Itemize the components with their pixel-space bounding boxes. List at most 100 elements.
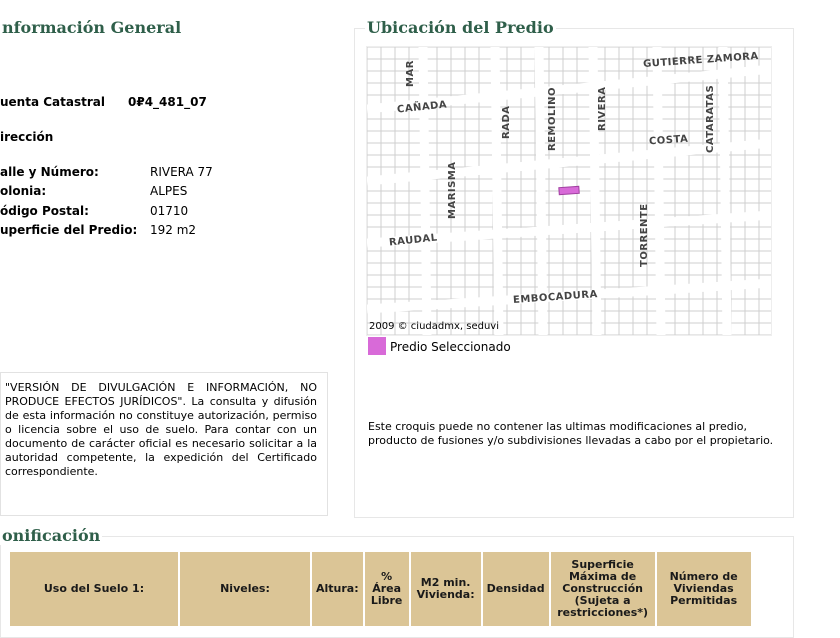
ubicacion-title: Ubicación del Predio — [365, 18, 556, 37]
map-parcel — [674, 262, 690, 276]
map-parcel — [548, 322, 564, 335]
map-parcel — [408, 250, 424, 264]
cp-value: 01710 — [150, 204, 189, 218]
map-parcel — [394, 142, 410, 156]
map-parcel — [464, 82, 480, 96]
header-niveles: Niveles: — [179, 552, 312, 626]
map-parcel — [688, 154, 704, 168]
map-parcel — [450, 142, 466, 156]
zonificacion-title: onificación — [0, 526, 103, 545]
map-parcel — [548, 166, 564, 180]
map-parcel — [576, 250, 592, 264]
street-rivera: RIVERA — [597, 86, 608, 131]
map-parcel — [688, 250, 704, 264]
map-parcel — [506, 250, 522, 264]
street-marisma: MARISMA — [447, 161, 458, 219]
map-parcel — [618, 47, 634, 60]
map-parcel — [520, 238, 536, 252]
map-parcel — [464, 154, 480, 168]
map-parcel — [576, 238, 592, 252]
map-parcel — [450, 250, 466, 264]
map-parcel — [464, 130, 480, 144]
map-parcel — [464, 262, 480, 276]
legend-swatch — [368, 337, 386, 355]
map-parcel — [367, 226, 382, 240]
calle-label: alle y Número: — [0, 165, 99, 179]
map-parcel — [744, 190, 760, 204]
map-parcel — [436, 286, 452, 300]
map-parcel — [758, 310, 771, 324]
map-parcel — [604, 238, 620, 252]
map-parcel — [618, 202, 634, 216]
map-parcel — [688, 190, 704, 204]
map-parcel — [394, 250, 410, 264]
map-parcel — [758, 166, 771, 180]
disclaimer-text: "VERSIÓN DE DIVULGACIÓN E INFORMACIÓN, N… — [0, 372, 328, 516]
map-parcel — [367, 142, 382, 156]
map-parcel — [674, 310, 690, 324]
map-parcel — [604, 310, 620, 324]
map-parcel — [380, 154, 396, 168]
map-parcel — [380, 274, 396, 288]
map-parcel — [436, 47, 452, 60]
header-altura: Altura: — [311, 552, 365, 626]
direccion-label: irección — [0, 130, 54, 144]
map-parcel — [674, 238, 690, 252]
map-parcel — [380, 47, 396, 60]
header-num-viviendas: Número de Viviendas Permitidas — [655, 552, 751, 626]
map-parcel — [702, 310, 718, 324]
map-parcel — [744, 226, 760, 240]
map-parcel — [632, 118, 648, 132]
calle-value: RIVERA 77 — [150, 165, 213, 179]
map-parcel — [562, 262, 578, 276]
map-parcel — [380, 82, 396, 96]
map-parcel — [604, 178, 620, 192]
map-parcel — [464, 274, 480, 288]
map-parcel — [618, 106, 634, 120]
map-parcel — [702, 166, 718, 180]
map-parcel — [730, 226, 746, 240]
map-parcel — [674, 94, 690, 108]
map-parcel — [367, 130, 382, 144]
map-parcel — [478, 106, 494, 120]
map-parcel — [604, 166, 620, 180]
map-parcel — [506, 322, 522, 335]
map-parcel — [450, 82, 466, 96]
map-parcel — [464, 58, 480, 72]
map-parcel — [367, 118, 382, 132]
map-parcel — [394, 262, 410, 276]
map-parcel — [730, 250, 746, 264]
map-parcel — [367, 82, 382, 96]
map-parcel — [674, 166, 690, 180]
location-map[interactable]: MAR CAÑADA RADA REMOLINO RIVERA GUTIERRE… — [366, 46, 772, 336]
map-parcel — [576, 106, 592, 120]
street-torrente: TORRENTE — [639, 203, 650, 267]
map-parcel — [576, 130, 592, 144]
map-parcel — [450, 47, 466, 60]
map-parcel — [478, 274, 494, 288]
map-parcel — [548, 58, 564, 72]
header-superficie-maxima: Superficie Máxima de Construcción (Sujet… — [549, 552, 657, 626]
map-parcel — [576, 142, 592, 156]
map-parcel — [674, 250, 690, 264]
map-parcel — [702, 226, 718, 240]
map-parcel — [394, 214, 410, 228]
map-parcel — [744, 322, 760, 335]
map-parcel — [464, 250, 480, 264]
map-parcel — [562, 310, 578, 324]
map-parcel — [744, 262, 760, 276]
map-parcel — [478, 130, 494, 144]
map-parcel — [702, 178, 718, 192]
map-parcel — [688, 82, 704, 96]
map-parcel — [367, 58, 382, 72]
street-remolino: REMOLINO — [547, 87, 558, 151]
map-parcel — [464, 118, 480, 132]
cuenta-label: uenta Catastral — [0, 95, 105, 109]
map-parcel — [464, 238, 480, 252]
map-parcel — [520, 214, 536, 228]
map-parcel — [758, 94, 771, 108]
map-parcel — [660, 106, 676, 120]
map-parcel — [576, 118, 592, 132]
map-parcel — [394, 190, 410, 204]
map-parcel — [478, 250, 494, 264]
